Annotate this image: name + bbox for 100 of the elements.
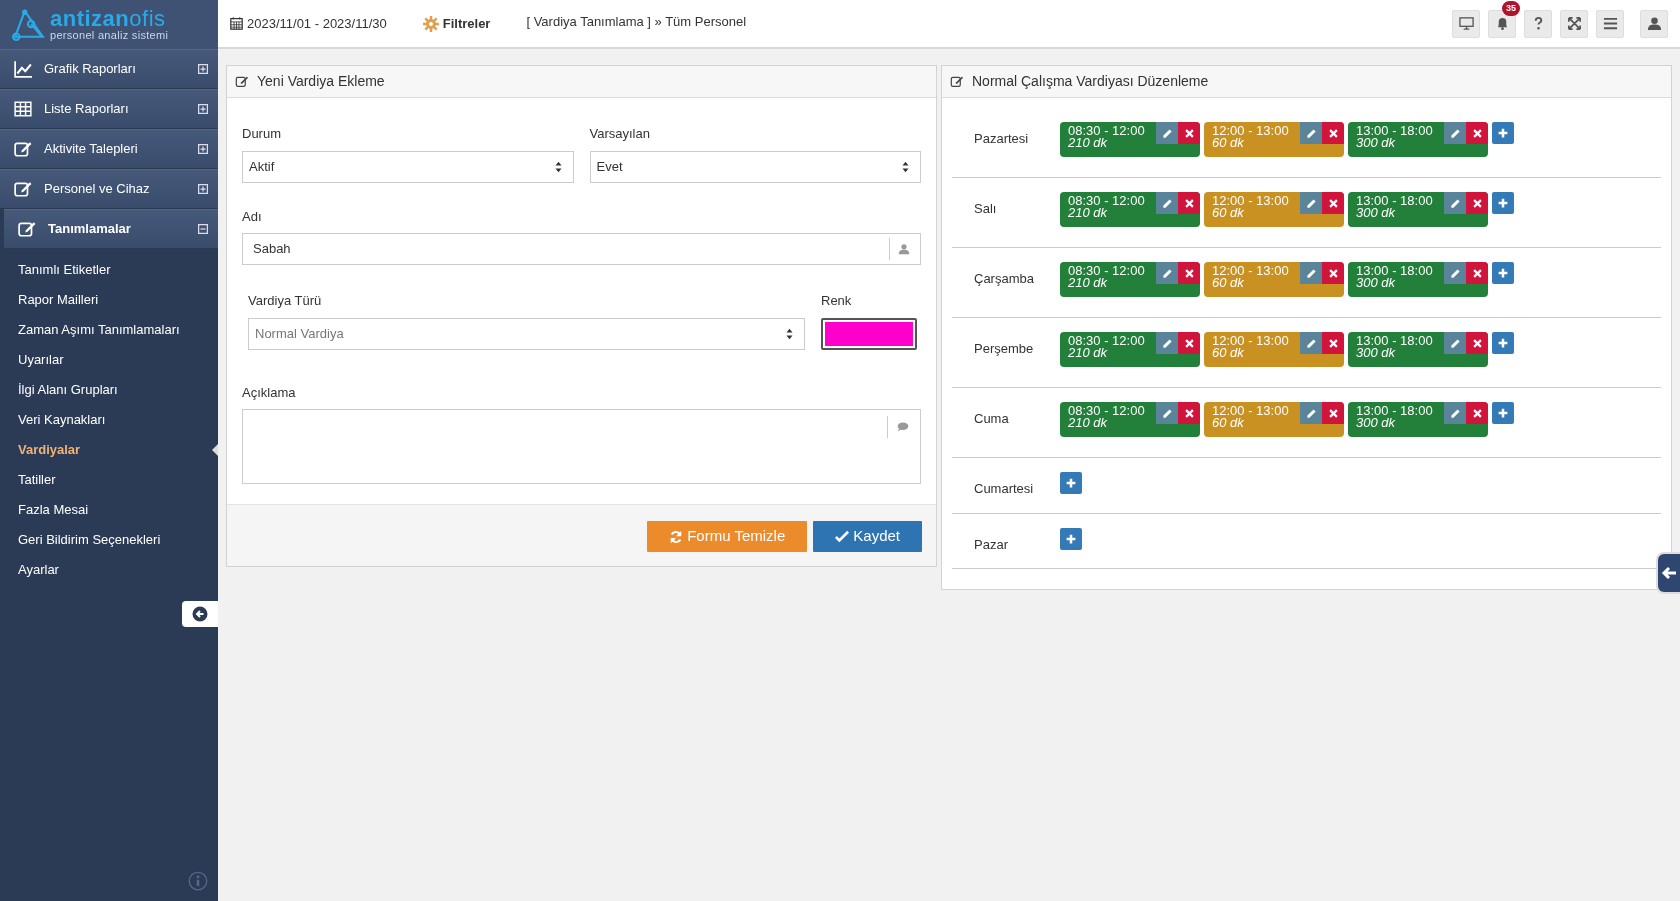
- day-label: Cuma: [974, 410, 1010, 428]
- notifications-button[interactable]: [1488, 9, 1516, 38]
- user-icon: [1646, 16, 1662, 31]
- logo-icon: [12, 8, 46, 41]
- edit-shift-button[interactable]: [1300, 402, 1322, 424]
- panel-title: Yeni Vardiya Ekleme: [257, 72, 385, 91]
- delete-shift-button[interactable]: [1322, 402, 1344, 424]
- delete-shift-button[interactable]: [1178, 262, 1200, 284]
- edit-shift-button[interactable]: [1444, 192, 1466, 214]
- delete-shift-button[interactable]: [1322, 122, 1344, 144]
- field-label: Renk: [821, 292, 853, 310]
- sidebar-submenu-item[interactable]: Ayarlar: [4, 555, 218, 585]
- edit-shift-button[interactable]: [1156, 402, 1178, 424]
- monitor-icon: [1458, 16, 1474, 31]
- field-label: Adı: [242, 207, 263, 226]
- sidebar-submenu-item[interactable]: Tanımlı Etiketler: [4, 255, 218, 285]
- edit-shift-button[interactable]: [1156, 332, 1178, 354]
- edit-shift-button[interactable]: [1300, 122, 1322, 144]
- delete-shift-button[interactable]: [1466, 122, 1488, 144]
- add-shift-button[interactable]: [1492, 122, 1514, 144]
- menu-button[interactable]: [1596, 9, 1624, 38]
- fullscreen-button[interactable]: [1560, 9, 1588, 38]
- shift-duration: 210 dk: [1068, 417, 1109, 429]
- add-shift-button[interactable]: [1492, 402, 1514, 424]
- day-label: Cumartesi: [974, 480, 1035, 498]
- sidebar-submenu-item[interactable]: Fazla Mesai: [4, 495, 218, 525]
- plus-icon: [1066, 478, 1076, 488]
- add-shift-button[interactable]: [1492, 332, 1514, 354]
- shift-duration: 210 dk: [1068, 207, 1109, 219]
- edit-icon: [235, 75, 249, 88]
- filters-link[interactable]: Filtreler: [442, 13, 491, 34]
- delete-shift-button[interactable]: [1322, 262, 1344, 284]
- close-icon: [1184, 268, 1194, 278]
- field-label: Varsayılan: [589, 125, 651, 143]
- sidebar-submenu-item[interactable]: Tatiller: [4, 465, 218, 495]
- sidebar-menu-item[interactable]: Aktivite Talepleri: [0, 129, 218, 169]
- brand-logo-text: antizanofis: [50, 8, 167, 30]
- edit-shift-button[interactable]: [1444, 402, 1466, 424]
- date-range[interactable]: 2023/11/01 - 2023/11/30: [247, 13, 387, 34]
- edit-shift-button[interactable]: [1444, 262, 1466, 284]
- delete-shift-button[interactable]: [1322, 332, 1344, 354]
- add-shift-button[interactable]: [1060, 472, 1082, 494]
- user-button[interactable]: [1640, 9, 1668, 38]
- delete-shift-button[interactable]: [1178, 122, 1200, 144]
- edit-icon: [16, 220, 38, 238]
- close-icon: [1472, 338, 1482, 348]
- sidebar-submenu-item[interactable]: İlgi Alanı Grupları: [4, 375, 218, 405]
- sidebar-submenu-item[interactable]: Zaman Aşımı Tanımlamaları: [4, 315, 218, 345]
- delete-shift-button[interactable]: [1178, 402, 1200, 424]
- pencil-icon: [1305, 127, 1317, 139]
- sidebar-menu-item[interactable]: Tanımlamalar: [4, 209, 218, 249]
- add-shift-button[interactable]: [1492, 262, 1514, 284]
- collapse-panel-button[interactable]: [1656, 552, 1680, 594]
- pencil-icon: [1161, 407, 1173, 419]
- sidebar-menu-item[interactable]: Grafik Raporları: [0, 49, 218, 89]
- name-field[interactable]: Sabah: [242, 233, 921, 265]
- delete-shift-button[interactable]: [1178, 332, 1200, 354]
- close-icon: [1472, 408, 1482, 418]
- add-shift-button[interactable]: [1492, 192, 1514, 214]
- select-field[interactable]: Aktif: [242, 150, 574, 183]
- close-icon: [1184, 338, 1194, 348]
- display-button[interactable]: [1452, 9, 1480, 38]
- sidebar-menu-item[interactable]: Liste Raporları: [0, 89, 218, 129]
- up-down-caret-icon: [785, 327, 794, 340]
- select-field[interactable]: Evet: [589, 150, 921, 183]
- edit-shift-button[interactable]: [1300, 262, 1322, 284]
- edit-shift-button[interactable]: [1444, 332, 1466, 354]
- plus-square-icon: [198, 64, 208, 74]
- shift-time: 13:00 - 18:00: [1356, 405, 1434, 417]
- speech-bubble-icon: [896, 421, 910, 433]
- user-icon: [898, 243, 910, 255]
- edit-shift-button[interactable]: [1444, 122, 1466, 144]
- sidebar-submenu-item[interactable]: Rapor Mailleri: [4, 285, 218, 315]
- pencil-icon: [1161, 197, 1173, 209]
- minus-square-icon: [198, 224, 208, 234]
- add-shift-button[interactable]: [1060, 527, 1082, 550]
- delete-shift-button[interactable]: [1322, 192, 1344, 214]
- sidebar-submenu-item[interactable]: Veri Kaynakları: [4, 405, 218, 435]
- edit-shift-button[interactable]: [1156, 192, 1178, 214]
- delete-shift-button[interactable]: [1466, 402, 1488, 424]
- up-down-caret-icon: [901, 160, 910, 173]
- sidebar-submenu-item[interactable]: Geri Bildirim Seçenekleri: [4, 525, 218, 555]
- sidebar-submenu-item[interactable]: Vardiyalar: [4, 435, 218, 465]
- shift-duration: 210 dk: [1068, 137, 1109, 149]
- sidebar-submenu-item[interactable]: Uyarılar: [4, 345, 218, 375]
- edit-shift-button[interactable]: [1300, 332, 1322, 354]
- table-icon: [12, 100, 34, 118]
- close-icon: [1328, 338, 1338, 348]
- save-button[interactable]: Kaydet: [813, 521, 922, 552]
- delete-shift-button[interactable]: [1466, 332, 1488, 354]
- edit-shift-button[interactable]: [1300, 192, 1322, 214]
- collapse-sidebar-button[interactable]: [182, 601, 218, 627]
- delete-shift-button[interactable]: [1178, 192, 1200, 214]
- delete-shift-button[interactable]: [1466, 262, 1488, 284]
- delete-shift-button[interactable]: [1466, 192, 1488, 214]
- sidebar-menu-item[interactable]: Personel ve Cihaz: [0, 169, 218, 209]
- edit-shift-button[interactable]: [1156, 122, 1178, 144]
- edit-shift-button[interactable]: [1156, 262, 1178, 284]
- help-button[interactable]: [1524, 9, 1552, 38]
- shift-duration: 60 dk: [1212, 207, 1245, 219]
